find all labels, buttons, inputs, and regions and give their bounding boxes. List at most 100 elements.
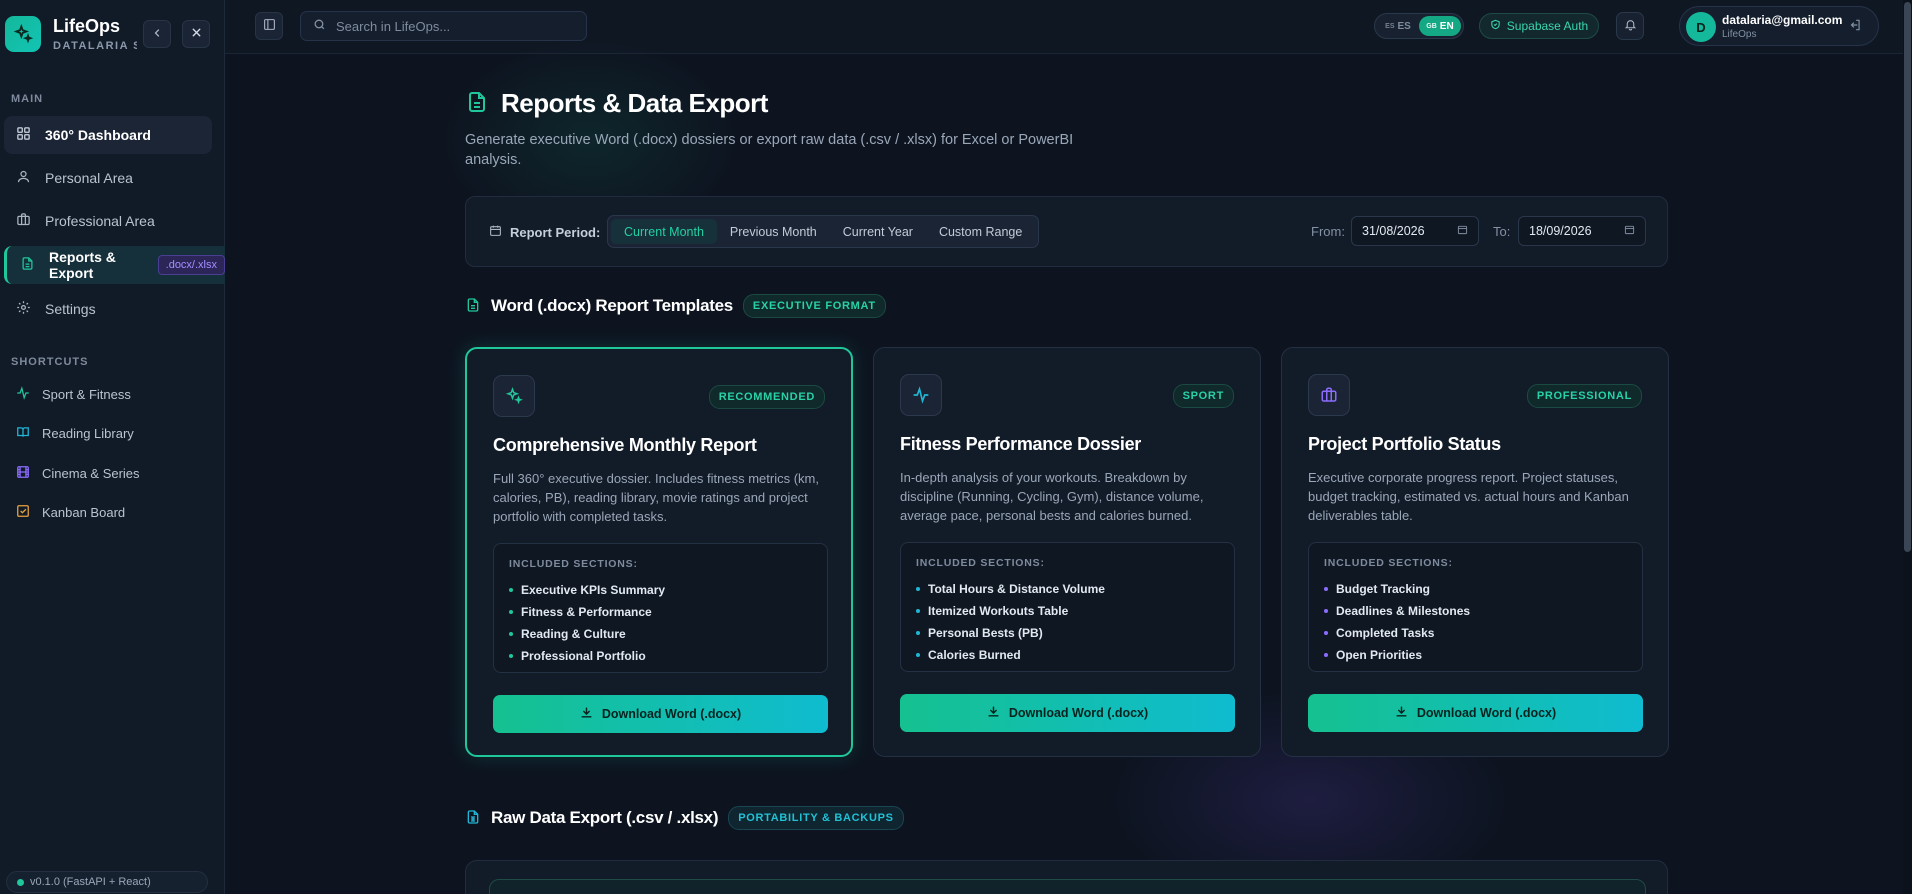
auth-label: Supabase Auth xyxy=(1506,19,1589,33)
grid-icon xyxy=(16,126,31,144)
list-item: Total Hours & Distance Volume xyxy=(916,578,1105,600)
user-menu[interactable]: D datalaria@gmail.com LifeOps xyxy=(1679,6,1879,46)
sidebar-item-personal-area[interactable]: Personal Area xyxy=(4,159,212,197)
report-card-fitness[interactable]: SPORT Fitness Performance Dossier In-dep… xyxy=(873,347,1261,757)
shortcut-reading-library[interactable]: Reading Library xyxy=(4,417,212,449)
bullet-icon xyxy=(509,610,513,614)
list-item: Itemized Workouts Table xyxy=(916,600,1105,622)
user-icon xyxy=(16,169,31,187)
flag-es-icon: ES xyxy=(1385,22,1395,30)
collapse-sidebar-button[interactable] xyxy=(143,20,171,48)
card-description: In-depth analysis of your workouts. Brea… xyxy=(900,470,1204,523)
spreadsheet-icon xyxy=(465,809,481,828)
sidebar-item-label: Settings xyxy=(45,301,96,317)
section-item-label: Open Priorities xyxy=(1336,648,1423,662)
bullet-icon xyxy=(509,588,513,592)
raw-export-header: Raw Data Export (.csv / .xlsx) PORTABILI… xyxy=(465,806,904,830)
toggle-sidebar-button[interactable] xyxy=(255,12,283,40)
section-item-label: Fitness & Performance xyxy=(521,605,652,619)
lang-en-option[interactable]: GB EN xyxy=(1419,16,1461,36)
shortcuts-section-label: SHORTCUTS xyxy=(11,356,89,368)
sidebar-item-professional-area[interactable]: Professional Area xyxy=(4,202,212,240)
raw-export-panel xyxy=(489,879,1646,894)
list-item: Reading & Culture xyxy=(509,623,665,645)
sidebar-item-label: Personal Area xyxy=(45,170,133,186)
from-date-value: 31/08/2026 xyxy=(1362,224,1425,238)
brand-name: LifeOps xyxy=(53,16,121,36)
download-button-label: Download Word (.docx) xyxy=(601,707,742,721)
card-description: Full 360° executive dossier. Includes fi… xyxy=(493,471,819,524)
document-icon xyxy=(465,90,489,117)
lang-es-option[interactable]: ES ES xyxy=(1377,16,1419,36)
calendar-icon[interactable] xyxy=(1624,224,1635,238)
sidebar: LifeOps DATALARIA ST MAIN 360° Dashboard… xyxy=(0,0,225,894)
report-card-portfolio[interactable]: PROFESSIONAL Project Portfolio Status Ex… xyxy=(1281,347,1669,757)
gear-icon xyxy=(16,300,31,318)
download-button-label: Download Word (.docx) xyxy=(1008,706,1149,720)
search-input[interactable]: Search in LifeOps... xyxy=(300,11,587,41)
shortcut-kanban-board[interactable]: Kanban Board xyxy=(4,496,212,528)
sidebar-item-reports-export[interactable]: Reports & Export .docx/.xlsx xyxy=(4,246,225,284)
report-card-comprehensive[interactable]: RECOMMENDED Comprehensive Monthly Report… xyxy=(465,347,853,757)
section-tag: PORTABILITY & BACKUPS xyxy=(728,806,904,830)
version-text: v0.1.0 (FastAPI + React) xyxy=(30,876,151,888)
section-tag: EXECUTIVE FORMAT xyxy=(742,294,886,318)
scrollbar-thumb[interactable] xyxy=(1904,2,1911,552)
calendar-icon[interactable] xyxy=(1457,224,1468,238)
section-item-label: Completed Tasks xyxy=(1336,626,1435,640)
list-item: Open Priorities xyxy=(1324,644,1470,666)
section-item-label: Professional Portfolio xyxy=(521,649,646,663)
bell-icon xyxy=(1624,18,1637,34)
sidebar-item-label: Reports & Export xyxy=(49,249,116,281)
document-icon xyxy=(465,297,481,316)
bullet-icon xyxy=(916,631,920,635)
calendar-icon xyxy=(489,224,502,240)
section-item-label: Executive KPIs Summary xyxy=(521,583,666,597)
shortcut-label: Kanban Board xyxy=(42,504,126,520)
card-title: Fitness Performance Dossier xyxy=(900,434,1141,454)
close-icon xyxy=(190,26,203,42)
bullet-icon xyxy=(1324,609,1328,613)
page-description: Generate executive Word (.docx) dossiers… xyxy=(465,132,1074,168)
section-item-label: Deadlines & Milestones xyxy=(1336,604,1471,618)
notifications-button[interactable] xyxy=(1616,12,1644,40)
list-item: Fitness & Performance xyxy=(509,601,665,623)
period-option-previous-month[interactable]: Previous Month xyxy=(717,219,830,244)
list-item: Executive KPIs Summary xyxy=(509,579,665,601)
included-sections: INCLUDED SECTIONS: Total Hours & Distanc… xyxy=(900,542,1235,672)
sidebar-item-settings[interactable]: Settings xyxy=(4,290,212,328)
sidebar-item-dashboard[interactable]: 360° Dashboard xyxy=(4,116,212,154)
shortcut-cinema-series[interactable]: Cinema & Series xyxy=(4,457,212,489)
period-option-current-month[interactable]: Current Month xyxy=(611,219,717,244)
section-item-label: Total Hours & Distance Volume xyxy=(928,582,1105,596)
to-date-field[interactable]: 18/09/2026 xyxy=(1518,216,1646,246)
close-sidebar-button[interactable] xyxy=(182,20,210,48)
period-label: Report Period: xyxy=(489,224,600,240)
bullet-icon xyxy=(509,632,513,636)
list-item: Personal Bests (PB) xyxy=(916,622,1105,644)
shortcut-label: Sport & Fitness xyxy=(42,386,131,402)
shortcut-label: Cinema & Series xyxy=(42,465,140,481)
checkbox-icon xyxy=(16,504,30,521)
sparkles-icon xyxy=(5,16,41,52)
search-placeholder: Search in LifeOps... xyxy=(336,18,451,34)
download-word-button[interactable]: Download Word (.docx) xyxy=(493,695,828,733)
download-word-button[interactable]: Download Word (.docx) xyxy=(1308,694,1643,732)
shortcut-sport-fitness[interactable]: Sport & Fitness xyxy=(4,378,212,410)
user-email: datalaria@gmail.com xyxy=(1722,13,1843,27)
language-toggle[interactable]: ES ES GB EN xyxy=(1374,13,1464,39)
user-subtitle: LifeOps xyxy=(1722,29,1757,40)
included-sections: INCLUDED SECTIONS: Budget Tracking Deadl… xyxy=(1308,542,1643,672)
version-badge: v0.1.0 (FastAPI + React) xyxy=(6,871,208,893)
included-sections: INCLUDED SECTIONS: Executive KPIs Summar… xyxy=(493,543,828,673)
scrollbar[interactable] xyxy=(1903,0,1912,894)
bullet-icon xyxy=(916,587,920,591)
from-date-field[interactable]: 31/08/2026 xyxy=(1351,216,1479,246)
period-option-custom-range[interactable]: Custom Range xyxy=(926,219,1035,244)
logout-icon[interactable] xyxy=(1848,18,1862,35)
page-title: Reports & Data Export xyxy=(501,88,768,118)
download-word-button[interactable]: Download Word (.docx) xyxy=(900,694,1235,732)
sections-list: Executive KPIs Summary Fitness & Perform… xyxy=(509,579,665,667)
document-icon xyxy=(20,256,35,274)
period-option-current-year[interactable]: Current Year xyxy=(830,219,926,244)
